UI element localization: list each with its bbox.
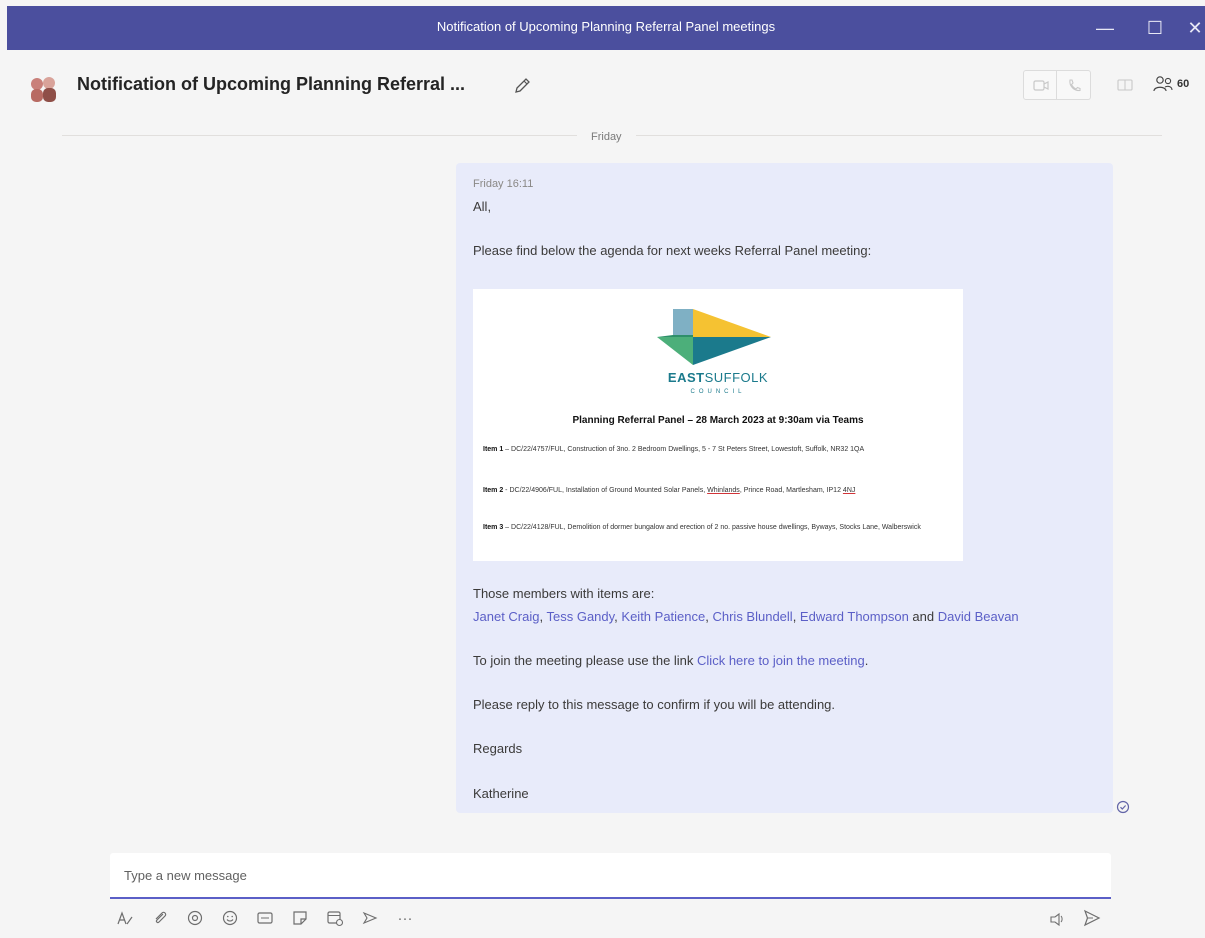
loop-icon[interactable]	[185, 909, 205, 929]
sticker-icon[interactable]	[290, 909, 310, 929]
audio-call-button[interactable]	[1057, 70, 1091, 100]
agenda-item-2: Item 2 - DC/22/4906/FUL, Installation of…	[483, 487, 856, 494]
gif-icon[interactable]	[255, 909, 275, 929]
read-receipt-icon	[1116, 800, 1130, 814]
close-button[interactable]: ✕	[1180, 12, 1205, 44]
compose-box[interactable]	[110, 853, 1111, 899]
schedule-meeting-icon[interactable]	[325, 909, 345, 929]
participant-count: 60	[1177, 78, 1190, 90]
message-input[interactable]	[110, 853, 1111, 897]
member-mention[interactable]: David Beavan	[938, 609, 1019, 624]
member-mention[interactable]: Keith Patience	[621, 609, 705, 624]
format-icon[interactable]	[115, 909, 135, 929]
group-avatar[interactable]	[27, 72, 59, 104]
message-greeting: All,	[473, 199, 492, 214]
message-regards: Regards	[473, 741, 523, 756]
east-suffolk-logo	[657, 309, 771, 365]
members-list: Janet Craig, Tess Gandy, Keith Patience,…	[473, 609, 1019, 624]
window-title: Notification of Upcoming Planning Referr…	[436, 19, 776, 34]
share-screen-button[interactable]	[1110, 70, 1140, 100]
logo-subtitle: COUNCIL	[690, 389, 746, 395]
member-mention[interactable]: Edward Thompson	[800, 609, 909, 624]
date-divider-label: Friday	[577, 131, 636, 143]
praise-icon[interactable]	[360, 909, 380, 929]
maximize-button[interactable]: ☐	[1140, 12, 1170, 44]
video-call-button[interactable]	[1023, 70, 1057, 100]
agenda-item-1: Item 1 – DC/22/4757/FUL, Construction of…	[483, 446, 865, 453]
minimize-button[interactable]: —	[1090, 12, 1120, 44]
agenda-title: Planning Referral Panel – 28 March 2023 …	[572, 415, 864, 426]
more-options-icon[interactable]: ···	[395, 909, 415, 929]
reply-request: Please reply to this message to confirm …	[473, 697, 836, 712]
participants-button[interactable]: 60	[1149, 70, 1199, 100]
chat-header: Notification of Upcoming Planning Referr…	[7, 50, 1205, 120]
dictate-icon[interactable]	[1047, 909, 1067, 929]
compose-toolbar: ···	[110, 906, 1111, 932]
send-icon[interactable]	[1082, 909, 1102, 929]
message-timestamp: Friday 16:11	[473, 178, 534, 190]
video-camera-icon	[1033, 80, 1049, 91]
emoji-icon[interactable]	[220, 909, 240, 929]
member-mention[interactable]: Chris Blundell	[712, 609, 792, 624]
agenda-image[interactable]: EASTSUFFOLK COUNCIL Planning Referral Pa…	[473, 289, 963, 561]
member-mention[interactable]: Janet Craig	[473, 609, 539, 624]
attach-icon[interactable]	[150, 909, 170, 929]
people-icon	[1153, 76, 1173, 92]
message-intro: Please find below the agenda for next we…	[473, 243, 872, 258]
members-intro: Those members with items are:	[473, 586, 655, 601]
logo-wordmark: EASTSUFFOLK	[667, 370, 769, 385]
join-instructions: To join the meeting please use the link …	[473, 653, 869, 668]
chat-message[interactable]: Friday 16:11 All, Please find below the …	[456, 163, 1113, 813]
edit-pencil-icon[interactable]	[512, 76, 532, 96]
window-title-bar: Notification of Upcoming Planning Referr…	[7, 6, 1205, 50]
phone-icon	[1069, 79, 1081, 92]
member-mention[interactable]: Tess Gandy	[546, 609, 614, 624]
agenda-item-3: Item 3 – DC/22/4128/FUL, Demolition of d…	[483, 524, 921, 531]
share-screen-icon	[1117, 79, 1133, 91]
message-signature: Katherine	[473, 786, 529, 801]
chat-title: Notification of Upcoming Planning Referr…	[77, 74, 466, 94]
join-meeting-link[interactable]: Click here to join the meeting	[697, 653, 865, 668]
